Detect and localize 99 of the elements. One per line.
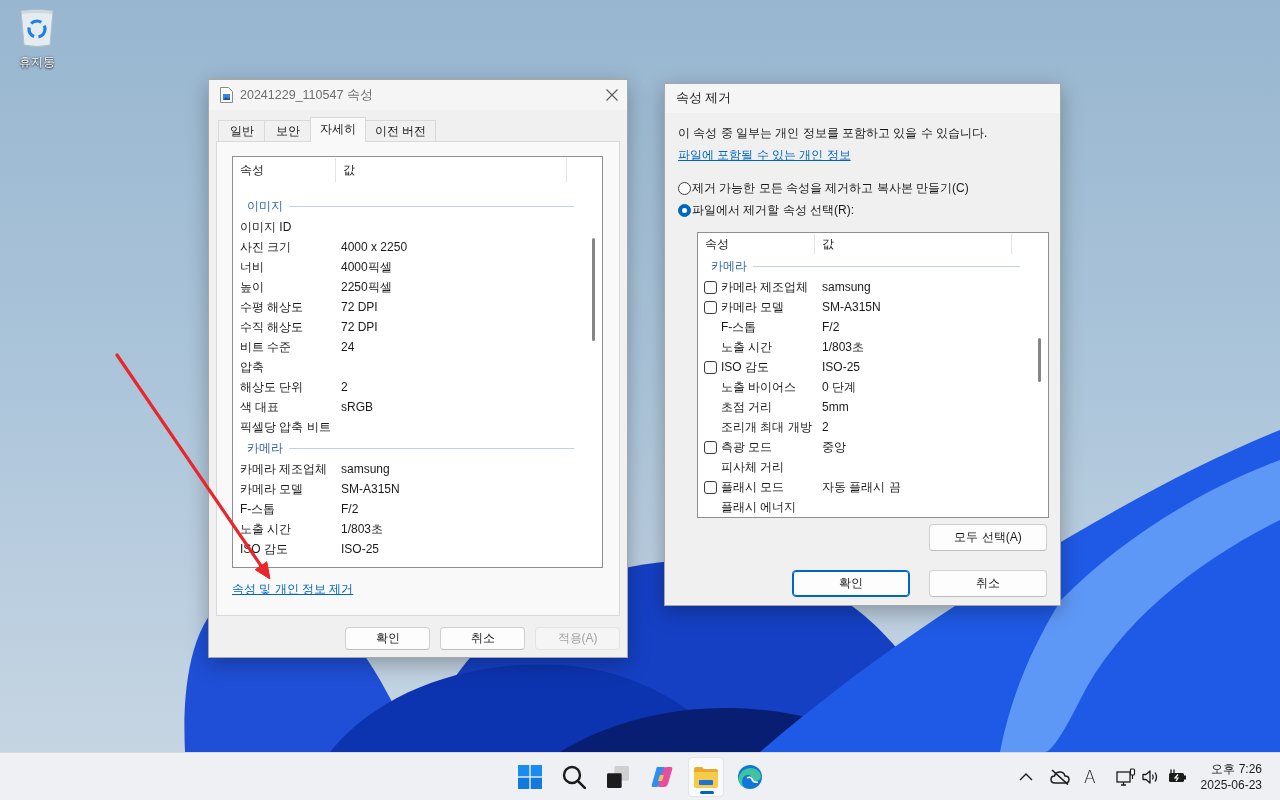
property-name: 색 대표: [240, 398, 281, 416]
property-value: samsung: [341, 462, 390, 476]
property-value: F/2: [822, 320, 840, 334]
battery-icon[interactable]: [1166, 768, 1187, 785]
property-name: 플래시 에너지: [721, 498, 798, 516]
property-value: 2: [822, 420, 829, 434]
image-file-icon: [220, 87, 233, 103]
grid-icon: [518, 764, 542, 789]
input-mode-indicator[interactable]: A: [1083, 766, 1096, 787]
property-value: 1/803초: [822, 338, 865, 356]
monitor-icon[interactable]: [1115, 767, 1136, 786]
property-name: 픽셀당 압축 비트: [240, 418, 332, 436]
chevron-up-icon[interactable]: [1018, 772, 1033, 781]
swirl-icon: [650, 764, 674, 789]
property-name: 이미지 ID: [240, 218, 293, 236]
property-name: 초점 거리: [721, 398, 774, 416]
property-name: 노출 시간: [240, 520, 293, 538]
column-header[interactable]: 값: [336, 158, 567, 182]
tab[interactable]: 자세히: [310, 117, 366, 142]
property-name: 해상도 단위: [240, 378, 305, 396]
group-label[interactable]: 카메라: [711, 257, 747, 275]
property-name: 사진 크기: [240, 238, 293, 256]
stacked-squares-icon: [607, 765, 629, 788]
property-value: 72 DPI: [341, 320, 378, 334]
property-name: 플래시 모드: [721, 478, 786, 496]
search-icon: [562, 764, 586, 789]
window-title: 속성 제거: [676, 90, 732, 107]
dialog-button[interactable]: 확인: [792, 570, 910, 597]
property-name: 너비: [240, 258, 265, 276]
radio-label[interactable]: 제거 가능한 모든 속성을 제거하고 복사본 만들기(C): [692, 179, 969, 197]
property-value: ISO-25: [822, 360, 860, 374]
property-value: samsung: [822, 280, 871, 294]
property-value: 2250픽셀: [341, 278, 392, 296]
column-header[interactable]: 속성: [233, 158, 336, 182]
property-name: 수평 해상도: [240, 298, 305, 316]
clock-date[interactable]: 2025-06-23: [1200, 776, 1262, 793]
property-value: 1/803초: [341, 520, 384, 538]
property-name: ISO 감도: [721, 358, 770, 376]
clock-time[interactable]: 오후 7:26: [1211, 760, 1262, 777]
property-name: 높이: [240, 278, 265, 296]
property-value: 4000 x 2250: [341, 240, 408, 254]
property-value: F/2: [341, 502, 359, 516]
property-name: F-스톱: [721, 318, 758, 336]
property-value: 72 DPI: [341, 300, 378, 314]
speaker-icon[interactable]: [1141, 768, 1160, 785]
radio-label[interactable]: 파일에서 제거할 속성 선택(R):: [692, 201, 854, 219]
tab[interactable]: 이전 버전: [365, 120, 437, 141]
checkbox[interactable]: [704, 280, 717, 294]
property-name: 측광 모드: [721, 438, 774, 456]
property-name: 노출 바이어스: [721, 378, 798, 396]
property-value: 2: [341, 380, 348, 394]
property-value: 자동 플래시 끔: [822, 478, 901, 496]
checkbox[interactable]: [704, 300, 717, 314]
property-value: 24: [341, 340, 355, 354]
property-name: 수직 해상도: [240, 318, 305, 336]
property-value: 4000픽셀: [341, 258, 392, 276]
radio-button[interactable]: [678, 203, 691, 217]
property-name: 압축: [240, 358, 265, 376]
property-value: SM-A315N: [822, 300, 881, 314]
dialog-button[interactable]: 확인: [345, 627, 430, 650]
checkbox[interactable]: [704, 480, 717, 494]
window-title: 20241229_110547 속성: [240, 86, 373, 104]
property-value: sRGB: [341, 400, 373, 414]
radio-button[interactable]: [678, 181, 691, 195]
close-icon[interactable]: [606, 89, 618, 101]
scrollbar-thumb[interactable]: [1038, 338, 1041, 382]
tab[interactable]: 일반: [218, 120, 265, 141]
column-header[interactable]: 속성: [698, 234, 815, 254]
group-label[interactable]: 카메라: [247, 439, 283, 457]
property-name: 조리개 최대 개방: [721, 418, 813, 436]
property-value: 5mm: [822, 400, 849, 414]
cloud-off-icon[interactable]: [1049, 768, 1070, 785]
property-value: 중앙: [822, 438, 846, 456]
property-name: 카메라 모델: [721, 298, 786, 316]
property-value: SM-A315N: [341, 482, 400, 496]
property-name: 카메라 제조업체: [240, 460, 329, 478]
select-all-button[interactable]: 모두 선택(A): [929, 524, 1047, 551]
dialog-button[interactable]: 취소: [440, 627, 525, 650]
property-name: 비트 수준: [240, 338, 293, 356]
checkbox[interactable]: [704, 440, 717, 454]
property-name: 피사체 거리: [721, 458, 786, 476]
scrollbar-thumb[interactable]: [592, 238, 595, 341]
checkbox[interactable]: [704, 360, 717, 374]
property-name: 노출 시간: [721, 338, 774, 356]
property-name: 카메라 모델: [240, 480, 305, 498]
column-header[interactable]: 값: [815, 234, 1012, 254]
property-value: 0 단계: [822, 378, 856, 396]
dialog-button[interactable]: 취소: [929, 570, 1047, 597]
trash-can-icon[interactable]: [19, 8, 55, 48]
folder-icon: [694, 765, 718, 788]
personal-info-link[interactable]: 파일에 포함될 수 있는 개인 정보: [678, 146, 851, 164]
property-value: ISO-25: [341, 542, 379, 556]
info-message: 이 속성 중 일부는 개인 정보를 포함하고 있을 수 있습니다.: [678, 125, 989, 142]
active-indicator-icon: [700, 790, 714, 794]
wave-circle-icon: [738, 764, 762, 789]
property-name: F-스톱: [240, 500, 277, 518]
group-label[interactable]: 이미지: [247, 197, 283, 215]
property-name: 카메라 제조업체: [721, 278, 810, 296]
remove-properties-link[interactable]: 속성 및 개인 정보 제거: [232, 581, 354, 597]
